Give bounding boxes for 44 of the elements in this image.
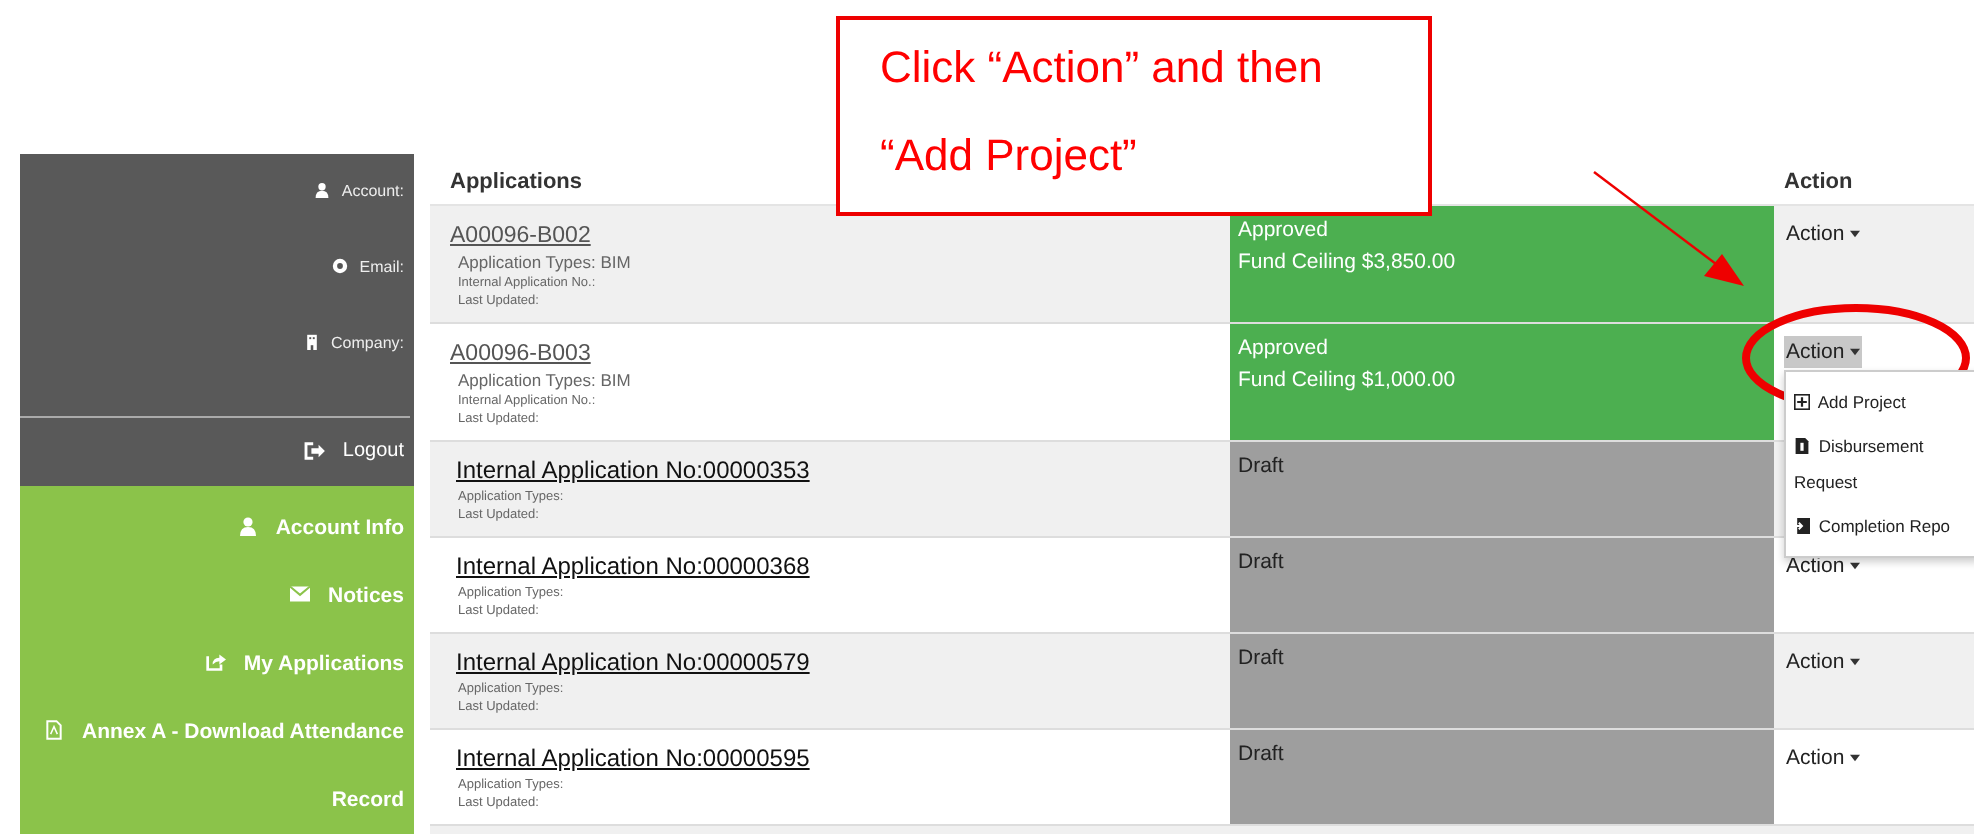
action-dropdown-button[interactable]: Action (1784, 218, 1863, 250)
application-link[interactable]: A00096-B002 (450, 224, 591, 248)
application-link[interactable]: Internal Application No:00000595 (456, 744, 810, 772)
application-detail: Application Types: BIM (458, 252, 633, 274)
status-cell: Draft (1230, 730, 1774, 824)
column-header: Action (1784, 169, 1853, 193)
document-icon (1794, 438, 1810, 454)
application-link[interactable]: Internal Application No:00000579 (456, 648, 810, 676)
caret-icon (1850, 658, 1861, 666)
status-cell: Draft (1230, 634, 1774, 728)
application-detail: Application Types: BIM (458, 370, 633, 392)
instruction-callout: Click “Action” and then “Add Project” (836, 16, 1432, 216)
status-cell: Approved Fund Ceiling $3,850.00 (1230, 206, 1774, 322)
user-field-label: Account: (313, 182, 404, 204)
status-cell: Draft (1230, 538, 1774, 632)
user-icon (238, 516, 259, 536)
application-link[interactable]: Internal Application No:00000368 (456, 552, 810, 580)
menu-item[interactable]: Add Project (1794, 380, 1974, 424)
building-icon (303, 334, 320, 350)
user-field-label: Company: (303, 334, 404, 356)
menu-item[interactable]: Completion Repo (1794, 504, 1974, 548)
action-dropdown-button[interactable]: Action (1784, 550, 1863, 582)
envelope-icon (290, 584, 311, 604)
status-cell: Draft (1230, 442, 1774, 536)
status-cell: Approved Fund Ceiling $1,000.00 (1230, 324, 1774, 440)
action-dropdown-button[interactable]: Action (1784, 336, 1863, 368)
plus-square-icon (1794, 394, 1810, 410)
sign-in-icon (1794, 518, 1810, 534)
application-link[interactable]: Internal Application No:00000353 (456, 456, 810, 484)
caret-icon (1850, 348, 1861, 356)
user-icon (313, 182, 330, 198)
action-dropdown-button[interactable]: Action (1784, 646, 1863, 678)
caret-icon (1850, 230, 1861, 238)
application-link[interactable]: A00096-B003 (450, 342, 591, 366)
user-field-label: Email: (331, 258, 404, 280)
menu-item[interactable]: Disbursement Request (1794, 424, 1974, 504)
column-header: Applications (450, 169, 583, 193)
share-icon (205, 652, 226, 672)
caret-icon (1850, 754, 1861, 762)
pdf-file-icon (44, 720, 65, 740)
logout-icon (304, 442, 327, 460)
action-dropdown-button[interactable]: Action (1784, 742, 1863, 774)
caret-icon (1850, 562, 1861, 570)
logout-link[interactable]: Logout (304, 418, 414, 462)
